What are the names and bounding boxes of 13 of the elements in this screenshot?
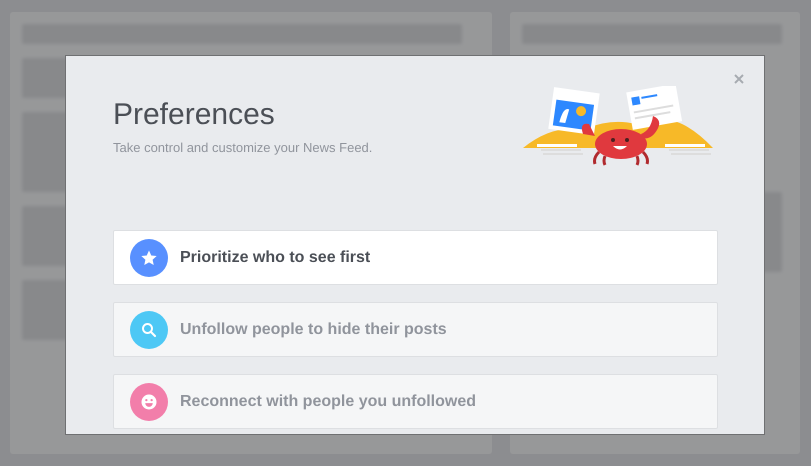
star-icon [140, 248, 158, 266]
smiley-icon [140, 392, 158, 410]
option-label: Reconnect with people you unfollowed [180, 392, 476, 410]
preference-option[interactable]: Reconnect with people you unfollowed [113, 374, 718, 429]
option-label: Prioritize who to see first [180, 248, 370, 266]
dialog-subtitle: Take control and customize your News Feed. [113, 140, 372, 155]
search-icon [140, 320, 158, 338]
preference-option[interactable]: Prioritize who to see first [113, 230, 718, 285]
option-label: Unfollow people to hide their posts [180, 320, 447, 338]
close-icon [734, 74, 744, 84]
preference-option[interactable]: Unfollow people to hide their posts [113, 302, 718, 357]
close-button[interactable] [732, 72, 746, 86]
dialog-title: Preferences [113, 98, 276, 132]
